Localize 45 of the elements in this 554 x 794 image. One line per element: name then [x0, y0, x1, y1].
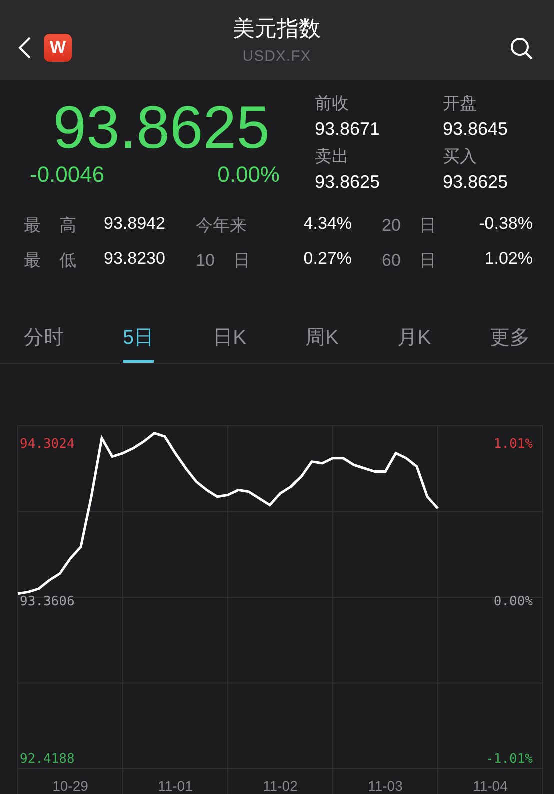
stat-value: 93.8671 — [315, 118, 382, 141]
axis-label: 1.01% — [494, 437, 533, 452]
page-title: 美元指数 — [233, 14, 321, 42]
stat-value: 93.8645 — [443, 118, 510, 141]
period-tab[interactable]: 分时 — [24, 322, 64, 363]
stat-label: 买入 — [443, 146, 478, 168]
date-label: 11-01 — [158, 778, 193, 794]
stat-value: -0.38% — [478, 214, 534, 235]
back-icon[interactable] — [18, 37, 32, 59]
axis-label: 93.3606 — [20, 594, 75, 610]
period-tab[interactable]: 周K — [305, 322, 339, 363]
stat-value: 4.34% — [302, 214, 352, 235]
stat-label: 最 高 — [24, 215, 78, 237]
stat-label: 20 日 — [381, 215, 438, 237]
last-price: 93.8625 — [53, 96, 270, 160]
symbol-code: USDX.FX — [242, 48, 312, 64]
period-tab[interactable]: 更多 — [490, 322, 530, 363]
stat-label: 开盘 — [443, 93, 478, 115]
price-change: -0.0046 — [30, 162, 105, 188]
axis-label: 0.00% — [494, 594, 533, 610]
stat-value: 93.8625 — [315, 171, 382, 194]
stat-value: 93.8625 — [443, 171, 510, 194]
stat-value: 93.8230 — [103, 249, 166, 270]
stat-label: 60 日 — [381, 250, 438, 272]
app-logo: W — [44, 34, 72, 62]
stat-label: 卖出 — [315, 146, 350, 168]
date-label: 11-02 — [263, 778, 298, 794]
date-label: 11-04 — [473, 778, 508, 794]
search-icon[interactable] — [510, 37, 534, 61]
period-tab[interactable]: 月K — [398, 322, 432, 363]
percent-change: 0.00% — [218, 162, 280, 188]
date-label: 11-03 — [368, 778, 403, 794]
date-label: 10-29 — [52, 778, 88, 794]
stat-value: 1.02% — [484, 249, 534, 270]
stat-label: 今年来 — [196, 215, 248, 237]
stat-value: 0.27% — [302, 249, 352, 270]
axis-label: 94.3024 — [20, 437, 75, 452]
axis-label: 92.4188 — [20, 752, 75, 767]
stat-label: 10 日 — [196, 250, 252, 272]
stat-value: 93.8942 — [103, 214, 166, 235]
period-tab[interactable]: 日K — [213, 322, 246, 363]
stat-label: 前收 — [315, 93, 350, 115]
stat-label: 最 低 — [24, 250, 78, 272]
axis-label: -1.01% — [486, 752, 533, 767]
period-tab[interactable]: 5日 — [122, 322, 154, 363]
